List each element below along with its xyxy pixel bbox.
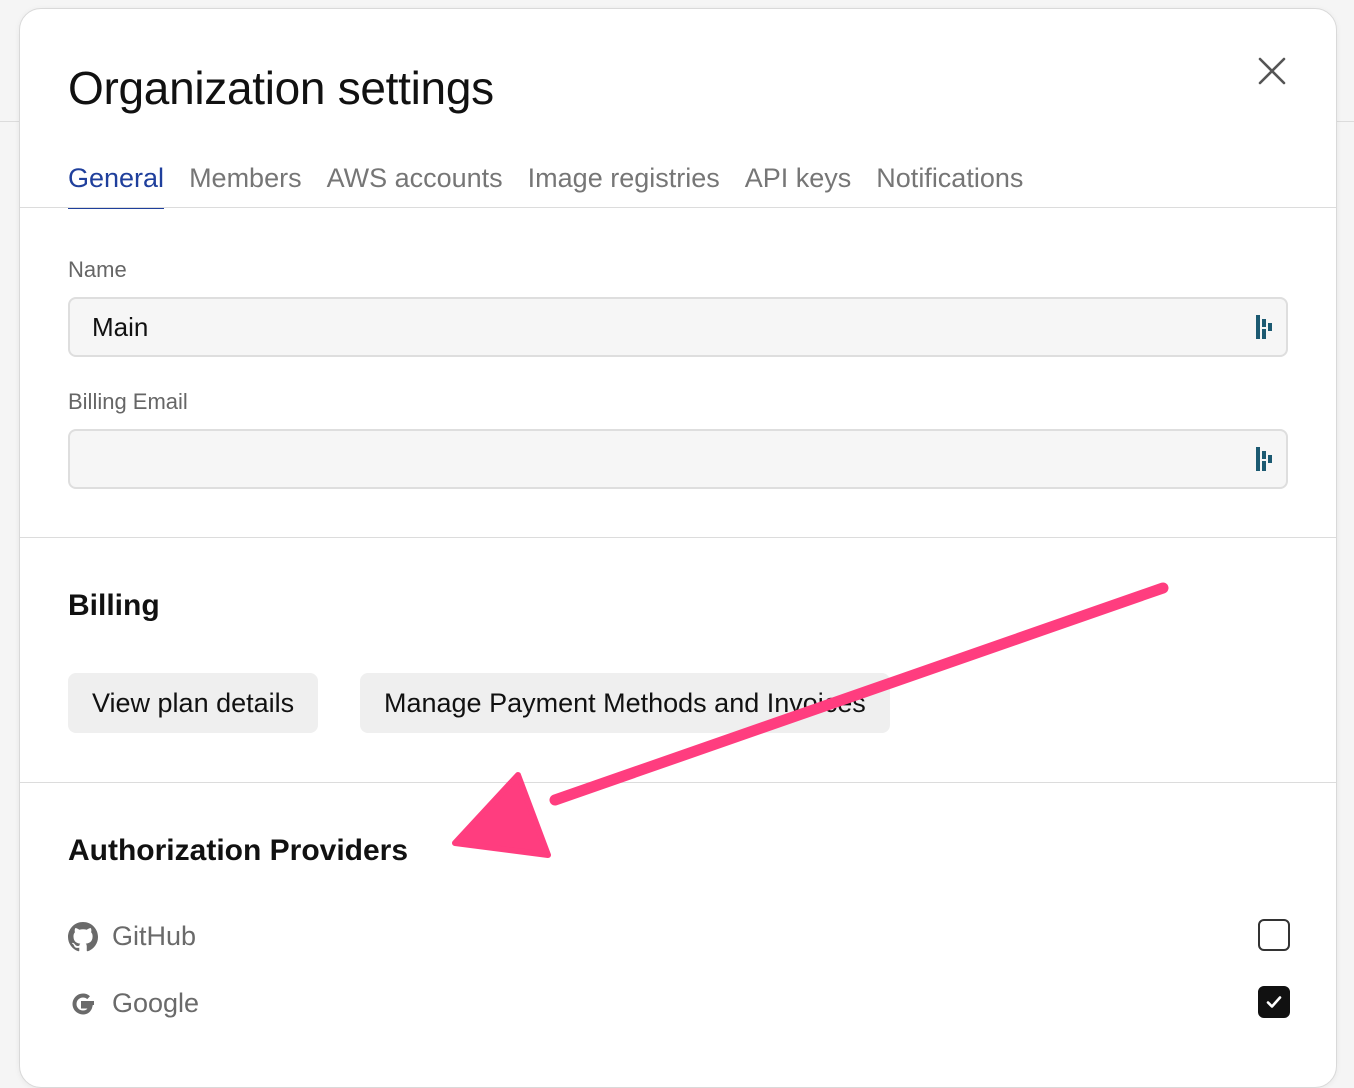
- view-plan-details-button[interactable]: View plan details: [68, 673, 319, 733]
- tab-members[interactable]: Members: [189, 159, 302, 209]
- password-manager-icon[interactable]: [1254, 313, 1276, 341]
- provider-label-google: Google: [112, 988, 200, 1018]
- section-divider: [20, 537, 1336, 538]
- organization-settings-modal: Organization settings General Members AW…: [19, 8, 1337, 1088]
- tabs-divider: [20, 207, 1336, 208]
- billing-heading: Billing: [68, 589, 160, 622]
- google-checkbox[interactable]: [1258, 986, 1290, 1018]
- password-manager-icon[interactable]: [1254, 445, 1276, 473]
- authorization-providers-heading: Authorization Providers: [68, 834, 409, 867]
- billing-email-field-wrapper: [68, 429, 1288, 489]
- section-divider: [20, 782, 1336, 783]
- modal-title: Organization settings: [68, 62, 494, 114]
- name-label: Name: [68, 257, 127, 282]
- provider-row-github: GitHub: [68, 917, 1290, 957]
- checkmark-icon: [1266, 996, 1282, 1008]
- manage-payment-methods-button[interactable]: Manage Payment Methods and Invoices: [360, 673, 890, 733]
- settings-tabs: General Members AWS accounts Image regis…: [68, 159, 1023, 209]
- github-icon: [68, 922, 98, 952]
- tab-api-keys[interactable]: API keys: [745, 159, 852, 209]
- google-icon: [72, 993, 94, 1015]
- tab-aws-accounts[interactable]: AWS accounts: [327, 159, 503, 209]
- github-checkbox[interactable]: [1258, 919, 1290, 951]
- tab-image-registries[interactable]: Image registries: [528, 159, 720, 209]
- close-button[interactable]: [1252, 51, 1292, 91]
- provider-row-google: Google: [68, 984, 1290, 1024]
- tab-notifications[interactable]: Notifications: [876, 159, 1023, 209]
- provider-label-github: GitHub: [112, 921, 197, 951]
- billing-email-label: Billing Email: [68, 389, 188, 414]
- name-input[interactable]: [92, 299, 1232, 355]
- billing-email-input[interactable]: [92, 431, 1232, 487]
- name-field-wrapper: [68, 297, 1288, 357]
- tab-general[interactable]: General: [68, 159, 165, 209]
- close-icon: [1258, 57, 1286, 85]
